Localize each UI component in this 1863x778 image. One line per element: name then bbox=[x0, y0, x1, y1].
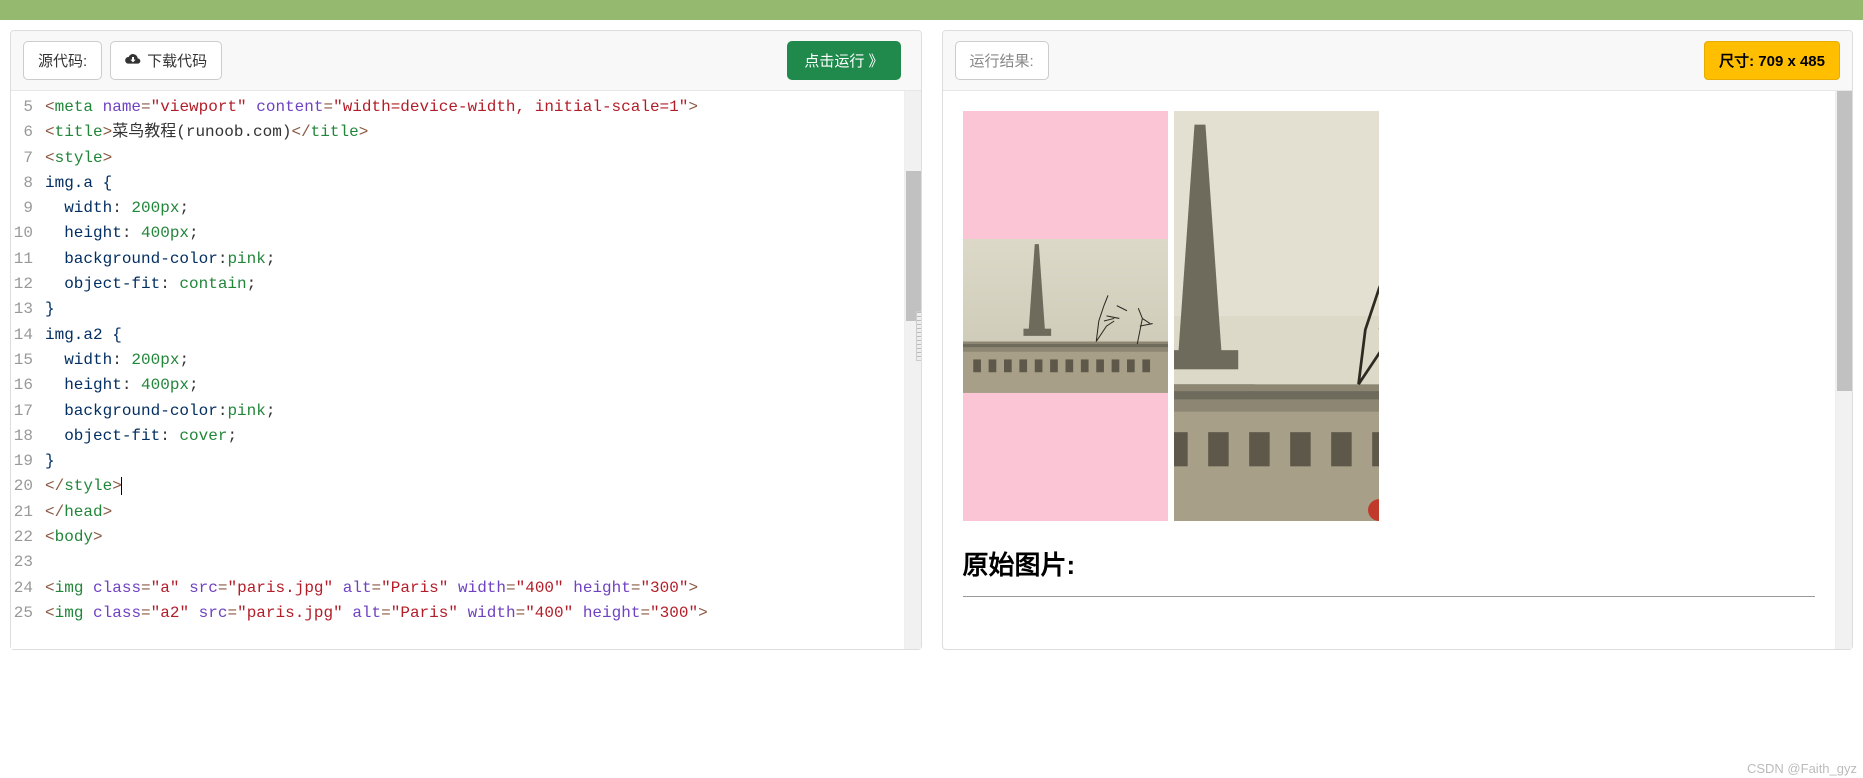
size-badge: 尺寸: 709 x 485 bbox=[1704, 41, 1840, 80]
code-line[interactable]: height: 400px; bbox=[45, 373, 898, 398]
cloud-download-icon bbox=[125, 52, 141, 70]
preview-divider bbox=[963, 596, 1816, 597]
paris-image-cover bbox=[1174, 111, 1379, 521]
preview-scrollbar[interactable] bbox=[1835, 91, 1852, 649]
code-line[interactable]: background-color:pink; bbox=[45, 399, 898, 424]
code-editor[interactable]: 5678910111213141516171819202122232425 <m… bbox=[11, 91, 921, 649]
source-pane: 源代码: 下载代码 点击运行 》 56789101112131415161718… bbox=[10, 30, 922, 650]
code-area[interactable]: <meta name="viewport" content="width=dev… bbox=[39, 91, 904, 649]
code-line[interactable]: <meta name="viewport" content="width=dev… bbox=[45, 95, 898, 120]
code-line[interactable]: object-fit: contain; bbox=[45, 272, 898, 297]
run-button[interactable]: 点击运行 》 bbox=[787, 41, 900, 80]
size-text: 尺寸: 709 x 485 bbox=[1719, 53, 1825, 70]
editor-scrollbar[interactable] bbox=[904, 91, 921, 649]
image-cover bbox=[1174, 111, 1379, 521]
code-line[interactable]: background-color:pink; bbox=[45, 247, 898, 272]
download-label: 下载代码 bbox=[147, 50, 207, 71]
split-handle[interactable] bbox=[916, 311, 921, 361]
code-line[interactable]: <title>菜鸟教程(runoob.com)</title> bbox=[45, 120, 898, 145]
code-line[interactable]: } bbox=[45, 297, 898, 322]
code-line[interactable]: <style> bbox=[45, 146, 898, 171]
run-label: 点击运行 》 bbox=[804, 50, 883, 71]
code-line[interactable]: <body> bbox=[45, 525, 898, 550]
code-line[interactable]: </head> bbox=[45, 500, 898, 525]
code-line[interactable]: img.a2 { bbox=[45, 323, 898, 348]
code-line[interactable]: img.a { bbox=[45, 171, 898, 196]
preview-images-row bbox=[963, 111, 1816, 521]
code-line[interactable]: </style> bbox=[45, 474, 898, 499]
result-label-text: 运行结果: bbox=[970, 53, 1034, 70]
code-line[interactable]: } bbox=[45, 449, 898, 474]
code-line[interactable]: width: 200px; bbox=[45, 196, 898, 221]
result-pane: 运行结果: 尺寸: 709 x 485 bbox=[942, 30, 1854, 650]
download-button[interactable]: 下载代码 bbox=[110, 41, 222, 80]
result-toolbar: 运行结果: 尺寸: 709 x 485 bbox=[943, 31, 1853, 91]
main-layout: 源代码: 下载代码 点击运行 》 56789101112131415161718… bbox=[0, 20, 1863, 660]
code-line[interactable]: <img class="a" src="paris.jpg" alt="Pari… bbox=[45, 576, 898, 601]
editor-scroll-thumb[interactable] bbox=[906, 171, 921, 321]
preview-heading: 原始图片: bbox=[963, 545, 1816, 582]
top-banner bbox=[0, 0, 1863, 20]
code-line[interactable] bbox=[45, 550, 898, 575]
source-label-button[interactable]: 源代码: bbox=[23, 41, 102, 80]
preview-body: 原始图片: bbox=[943, 91, 1853, 649]
source-label-text: 源代码: bbox=[38, 50, 87, 71]
result-label-button: 运行结果: bbox=[955, 41, 1049, 80]
preview-scroll-thumb[interactable] bbox=[1837, 91, 1852, 391]
image-contain bbox=[963, 111, 1168, 521]
code-line[interactable]: width: 200px; bbox=[45, 348, 898, 373]
paris-image-contain bbox=[963, 239, 1168, 393]
preview-content: 原始图片: bbox=[943, 91, 1836, 649]
line-gutter: 5678910111213141516171819202122232425 bbox=[11, 91, 39, 649]
code-line[interactable]: <img class="a2" src="paris.jpg" alt="Par… bbox=[45, 601, 898, 626]
watermark: CSDN @Faith_gyz bbox=[1747, 761, 1857, 776]
code-line[interactable]: object-fit: cover; bbox=[45, 424, 898, 449]
code-line[interactable]: height: 400px; bbox=[45, 221, 898, 246]
source-toolbar: 源代码: 下载代码 点击运行 》 bbox=[11, 31, 921, 91]
